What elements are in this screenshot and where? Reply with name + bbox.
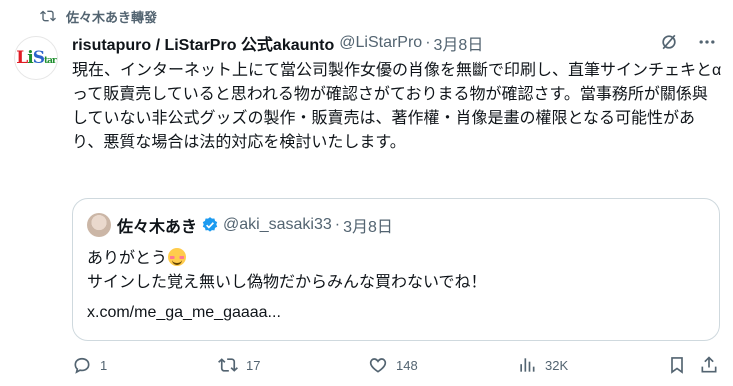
share-icon [701,356,717,373]
share-button[interactable] [699,355,719,375]
retweet-icon [218,358,238,372]
repost-button[interactable]: 17 [218,355,260,375]
quoted-tweet[interactable]: 佐々木あき @aki_sasaki33 · 3月8日 ありがとう サインした覚え… [72,198,720,341]
quote-author-name[interactable]: 佐々木あき [117,213,197,237]
quote-line-1: ありがとう [87,250,168,267]
tweet-date[interactable]: 3月8日 [434,31,484,55]
quote-author-handle[interactable]: @aki_sasaki33 [223,216,332,234]
bookmark-icon [671,357,683,374]
separator-dot: · [425,34,431,51]
quote-date[interactable]: 3月8日 [343,213,393,237]
bookmark-button[interactable] [667,355,687,375]
author-handle[interactable]: @LiStarPro [339,34,422,52]
view-count: 32K [545,357,569,373]
author-avatar[interactable]: LiStar [14,36,58,80]
reply-count: 1 [100,357,108,373]
reply-icon [74,357,90,374]
quote-text: ありがとう サインした覚え無いし偽物だからみんな買わないでね！ [87,247,487,295]
like-count: 148 [396,357,418,373]
verified-badge-icon [202,217,218,232]
tweet-text: 現在、インターネット上にて當公司製作女優の肖像を無斷で印刷し、直筆サインチェキと… [72,62,722,151]
author-name[interactable]: risutapuro / LiStarPro 公式akaunto [72,31,334,55]
quote-avatar[interactable] [87,213,111,237]
like-button[interactable]: 148 [368,355,418,375]
smiling-face-emoji-icon [168,248,187,266]
quote-line-2: サインした覚え無いし偽物だからみんな買わないでね！ [87,274,487,291]
more-options-icon[interactable] [697,32,717,52]
reply-button[interactable]: 1 [72,355,107,375]
retweet-icon [40,10,56,22]
quote-header: 佐々木あき @aki_sasaki33 · 3月8日 [87,213,393,237]
listar-logo: LiStar [16,48,56,68]
heart-icon [369,358,387,373]
repost-indicator: 佐々木あき轉發 [40,6,157,26]
repost-count: 17 [246,357,261,373]
action-bar: 1 17 148 32K [72,355,717,379]
quote-link[interactable]: x.com/me_ga_me_gaaaa... [87,301,281,325]
views-button[interactable]: 32K [517,355,568,375]
analytics-icon [520,358,535,372]
tweet-header: risutapuro / LiStarPro 公式akaunto @LiStar… [72,32,717,54]
quote-separator-dot: · [334,216,341,233]
grok-icon[interactable] [659,32,679,52]
repost-label[interactable]: 佐々木あき轉發 [66,7,157,26]
